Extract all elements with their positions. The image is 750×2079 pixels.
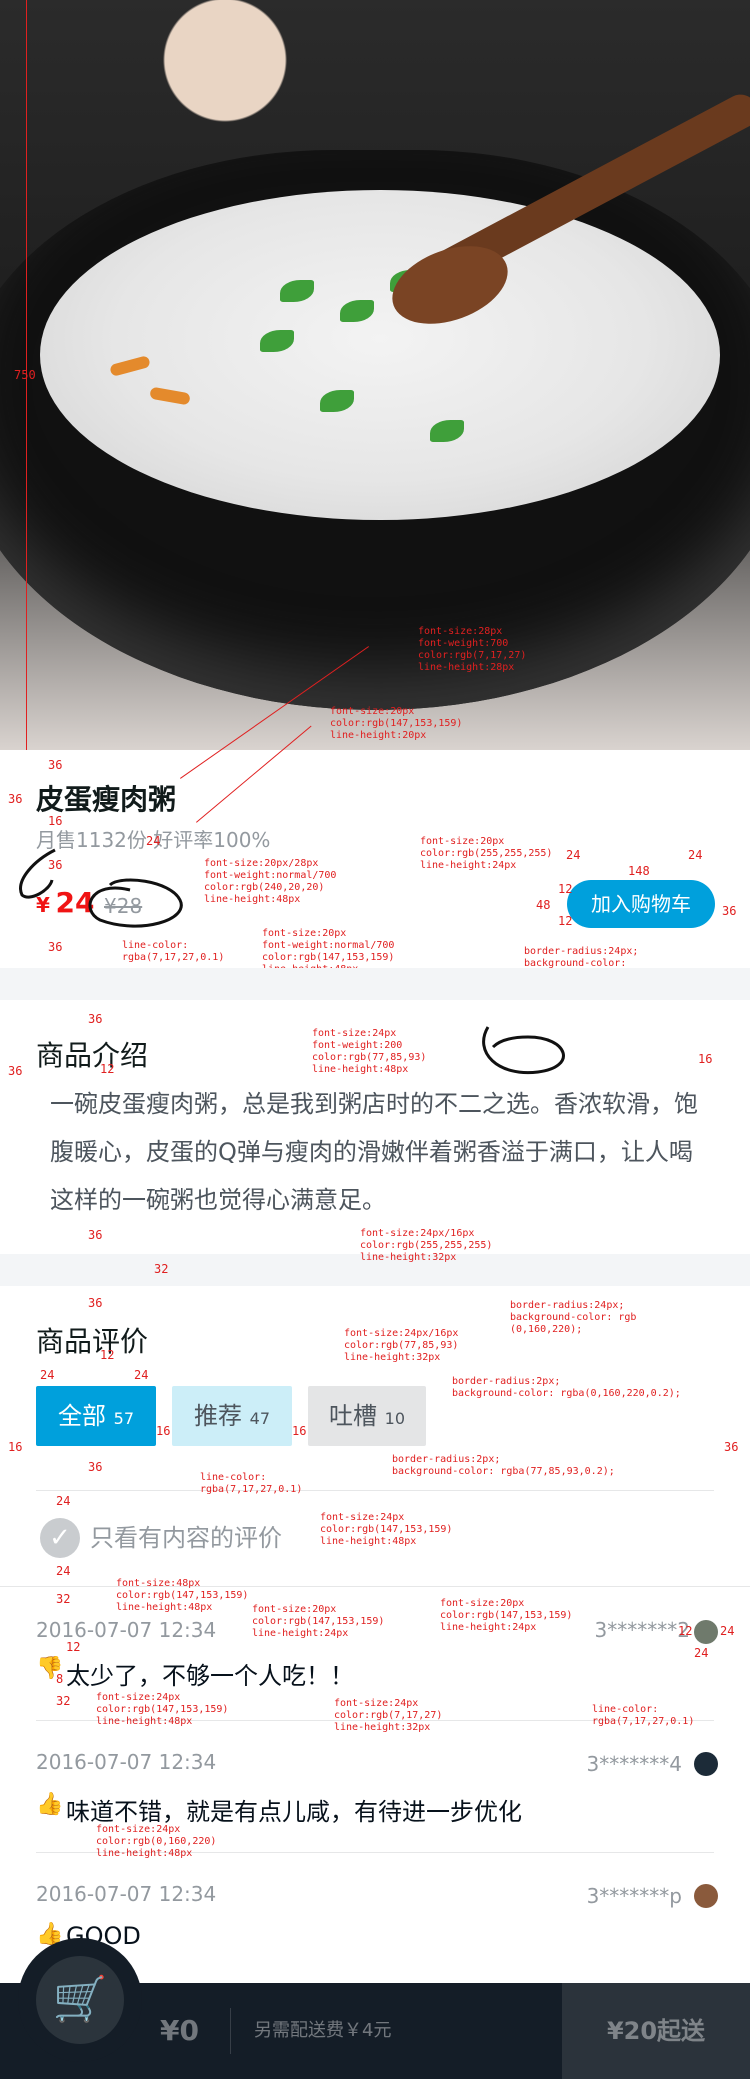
annotation-spacing: 24 xyxy=(146,834,161,848)
annotation-thumb-up: font-size:24px color:rgb(0,160,220) line… xyxy=(96,1824,217,1859)
annotation-spacing: 36 xyxy=(88,1296,103,1310)
annotation-review-time: font-size:20px color:rgb(147,153,159) li… xyxy=(252,1604,385,1639)
annotation-tag-rec-bg: border-radius:2px; background-color: rgb… xyxy=(452,1376,681,1399)
annotation-spacing: 24 xyxy=(688,848,703,862)
annotation-spacing: 12 xyxy=(66,1640,81,1654)
annotation-spacing: 16 xyxy=(8,1440,23,1454)
delivery-fee: 另需配送费￥4元 xyxy=(254,2020,392,2041)
annotation-review-user: font-size:20px color:rgb(147,153,159) li… xyxy=(440,1598,573,1633)
annotation-title-style: font-size:28px font-weight:700 color:rgb… xyxy=(418,626,527,673)
annotation-meta-style: font-size:20px color:rgb(147,153,159) li… xyxy=(330,706,463,741)
annotation-spacing: 16 xyxy=(292,1424,307,1438)
annotation-spacing: 32 xyxy=(154,1262,169,1276)
intro-title: 商品介绍 xyxy=(36,1039,149,1072)
annotation-spacing: 36 xyxy=(8,792,23,806)
annotation-tag-all-bg: border-radius:24px; background-color: rg… xyxy=(510,1300,637,1335)
annotation-spacing: 36 xyxy=(48,940,63,954)
footer-divider xyxy=(230,2008,231,2054)
divider xyxy=(0,1586,750,1587)
annotation-spacing: 24 xyxy=(40,1368,55,1382)
annotation-spacing: 12 xyxy=(678,1624,693,1638)
annotation-spacing: 12 xyxy=(558,914,573,928)
tag-all-count: 57 xyxy=(113,1409,134,1428)
annotation-review-text: font-size:24px color:rgb(7,17,27) line-h… xyxy=(334,1698,443,1733)
annotation-spacing: 36 xyxy=(724,1440,739,1454)
annotation-intro-style: font-size:24px font-weight:200 color:rgb… xyxy=(312,1028,427,1075)
review-text: 味道不错，就是有点儿咸，有待进一步优化 xyxy=(66,1798,522,1826)
review-time: 2016-07-07 12:34 xyxy=(36,1882,217,1906)
annotation-spacing: 36 xyxy=(88,1012,103,1026)
intro-text: 一碗皮蛋瘦肉粥，总是我到粥店时的不二之选。香浓软滑，饱腹暖心，皮蛋的Q弹与瘦肉的… xyxy=(50,1090,698,1214)
annotation-spacing: 36 xyxy=(8,1064,23,1078)
congee-shape xyxy=(40,190,720,520)
check-icon[interactable]: ✓ xyxy=(40,1518,80,1558)
annotation-spacing: 36 xyxy=(88,1460,103,1474)
annotation-price-style: font-size:20px/28px font-weight:normal/7… xyxy=(204,858,337,905)
tag-recommend-label: 推荐 xyxy=(194,1402,242,1430)
annotation-spacing: 32 xyxy=(56,1592,71,1606)
annotation-spacing: 12 xyxy=(100,1062,115,1076)
thumb-up-icon: 👍 xyxy=(36,1792,64,1817)
annotation-spacing: 36 xyxy=(48,858,63,872)
annotation-line-color: line-color: rgba(7,17,27,0.1) xyxy=(200,1472,303,1495)
annotation-line-color: line-color: rgba(7,17,27,0.1) xyxy=(122,940,225,963)
annotation-spacing: 24 xyxy=(566,848,581,862)
annotation-spacing: 12 xyxy=(100,1348,115,1362)
annotation-check-style: font-size:48px color:rgb(147,153,159) li… xyxy=(116,1578,249,1613)
annotation-tag-bad-bg: border-radius:2px; background-color: rgb… xyxy=(392,1454,615,1477)
annotation-spacing: 24 xyxy=(720,1624,735,1638)
tag-complaint-label: 吐槽 xyxy=(329,1402,377,1430)
tag-recommend[interactable]: 推荐 47 xyxy=(172,1386,292,1446)
annotation-spacing: 36 xyxy=(48,758,63,772)
annotation-tag-all-style: font-size:24px/16px color:rgb(255,255,25… xyxy=(360,1228,493,1263)
scribble-marks xyxy=(19,848,183,928)
min-order-button[interactable]: ¥20起送 xyxy=(562,1983,750,2079)
annotation-spacing: 8 xyxy=(56,1672,64,1686)
annotation-cart-text: font-size:20px color:rgb(255,255,255) li… xyxy=(420,836,553,871)
ratings-title: 商品评价 xyxy=(36,1325,149,1358)
tag-complaint-count: 10 xyxy=(384,1409,405,1428)
annotation-spacing: 24 xyxy=(56,1564,71,1578)
divider xyxy=(36,1490,714,1491)
review-username: 3*******4 xyxy=(586,1752,682,1776)
avatar xyxy=(694,1752,718,1776)
annotation-filter-style: font-size:24px color:rgb(147,153,159) li… xyxy=(320,1512,453,1547)
annotation-spacing: 16 xyxy=(48,814,63,828)
tag-all-label: 全部 xyxy=(58,1402,106,1430)
annotation-spacing: 16 xyxy=(156,1424,171,1438)
review-username: 3*******p xyxy=(586,1884,682,1908)
only-content-filter[interactable]: 只看有内容的评价 xyxy=(90,1518,282,1558)
avatar xyxy=(694,1620,718,1644)
divider xyxy=(36,1852,714,1853)
annotation-spacing: 32 xyxy=(56,1694,71,1708)
add-to-cart-button[interactable]: 加入购物车 xyxy=(567,880,715,928)
section-gap xyxy=(0,968,750,1000)
tag-recommend-count: 47 xyxy=(249,1409,270,1428)
tag-all[interactable]: 全部 57 xyxy=(36,1386,156,1446)
annotation-spacing: 48 xyxy=(536,898,551,912)
review-time: 2016-07-07 12:34 xyxy=(36,1750,217,1774)
review-time: 2016-07-07 12:34 xyxy=(36,1618,217,1642)
annotation-line-color: line-color: rgba(7,17,27,0.1) xyxy=(592,1704,695,1727)
annotation-spacing: 36 xyxy=(88,1228,103,1242)
annotation-spacing: 36 xyxy=(722,904,737,918)
cart-total-price: ¥0 xyxy=(160,2014,199,2047)
annotation-spacing: 148 xyxy=(628,864,650,878)
avatar xyxy=(694,1884,718,1908)
product-title: 皮蛋瘦肉粥 xyxy=(36,783,177,816)
product-image xyxy=(0,0,750,750)
annotation-spacing: 24 xyxy=(134,1368,149,1382)
annotation-review-thumb: font-size:24px color:rgb(147,153,159) li… xyxy=(96,1692,229,1727)
review-text: 太少了，不够一个人吃！！ xyxy=(66,1662,354,1690)
annotation-hero-height: 750 xyxy=(14,368,36,382)
annotation-spacing: 24 xyxy=(56,1494,71,1508)
divider xyxy=(36,1720,714,1721)
annotation-spacing: 24 xyxy=(694,1646,709,1660)
tag-complaint[interactable]: 吐槽 10 xyxy=(308,1386,426,1446)
annotation-spacing: 12 xyxy=(558,882,573,896)
cart-icon[interactable]: 🛒 xyxy=(36,1956,124,2044)
scribble-marks xyxy=(482,1026,565,1075)
annotation-spacing: 16 xyxy=(698,1052,713,1066)
annotation-tag-text-style: font-size:24px/16px color:rgb(77,85,93) … xyxy=(344,1328,459,1363)
